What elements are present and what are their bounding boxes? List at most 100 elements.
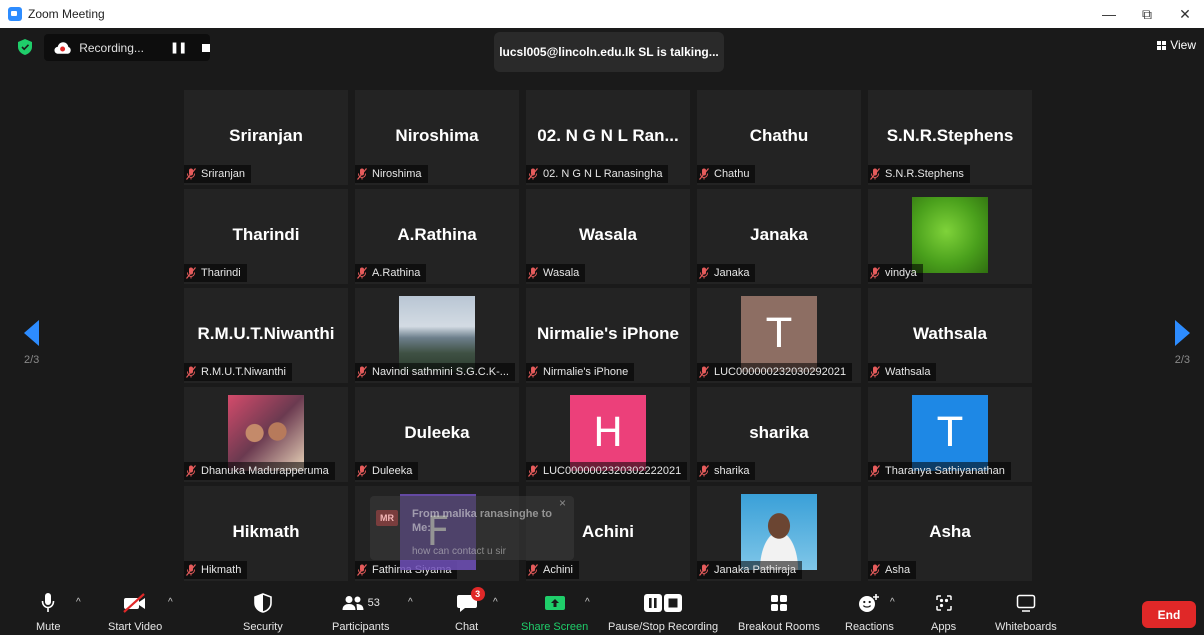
participant-tile[interactable]: Wasala Wasala [526, 189, 690, 284]
recording-indicator: Recording... ❚❚ [44, 34, 210, 61]
mic-muted-icon [186, 366, 196, 378]
participant-tile[interactable]: H LUC0000002320302222021 [526, 387, 690, 482]
close-button[interactable]: ✕ [1166, 0, 1204, 28]
mic-muted-icon [870, 465, 880, 477]
apps-icon [935, 595, 952, 611]
participant-tile[interactable]: Sriranjan Sriranjan [184, 90, 348, 185]
recording-status-text: Recording... [79, 40, 144, 55]
participant-display-name: sharika [749, 423, 809, 442]
participant-tile[interactable]: T Tharanya Sathiyanathan [868, 387, 1032, 482]
participant-tile[interactable]: vindya [868, 189, 1032, 284]
mic-muted-icon [870, 564, 880, 576]
chat-options-caret[interactable]: ^ [493, 597, 498, 608]
avatar-initial: T [741, 296, 817, 372]
participant-tile[interactable]: Chathu Chathu [697, 90, 861, 185]
avatar-initial: H [570, 395, 646, 471]
participant-tile[interactable]: Wathsala Wathsala [868, 288, 1032, 383]
mic-muted-icon [528, 564, 538, 576]
participants-button[interactable]: 53 Participants [332, 589, 389, 633]
participant-tile[interactable]: Navindi sathmini S.G.C.K-... [355, 288, 519, 383]
participant-name-label: Janaka Pathiraja [697, 561, 802, 579]
mic-muted-icon [528, 168, 538, 180]
participant-tile[interactable]: Duleeka Duleeka [355, 387, 519, 482]
participant-name-label: Dhanuka Madurapperuma [184, 462, 335, 480]
window-titlebar: Zoom Meeting — ⧉ ✕ [0, 0, 1204, 28]
share-screen-button[interactable]: Share Screen [521, 589, 588, 633]
zoom-app-icon [8, 7, 22, 21]
participant-tile[interactable]: R.M.U.T.Niwanthi R.M.U.T.Niwanthi [184, 288, 348, 383]
participant-tile[interactable]: Dhanuka Madurapperuma [184, 387, 348, 482]
next-page-button[interactable]: 2/3 [1175, 320, 1190, 366]
share-screen-icon [544, 596, 565, 610]
participant-tile[interactable]: 02. N G N L Ran... 02. N G N L Ranasingh… [526, 90, 690, 185]
chat-button[interactable]: 3 Chat [455, 587, 485, 633]
participant-tile[interactable]: Tharindi Tharindi [184, 189, 348, 284]
meeting-controls-toolbar: Mute ^ Start Video ^ Security 53 Partici… [0, 585, 1204, 635]
profile-photo [399, 296, 475, 372]
whiteboards-button[interactable]: Whiteboards [995, 589, 1057, 633]
participant-tile[interactable]: Janaka Janaka [697, 189, 861, 284]
participant-display-name: Wasala [579, 225, 637, 244]
participant-tile[interactable]: Nirmalie's iPhone Nirmalie's iPhone [526, 288, 690, 383]
minimize-button[interactable]: — [1090, 0, 1128, 28]
participant-name-label: R.M.U.T.Niwanthi [184, 363, 292, 381]
mic-muted-icon [699, 267, 709, 279]
participant-tile[interactable]: Janaka Pathiraja [697, 486, 861, 581]
participant-display-name: R.M.U.T.Niwanthi [197, 324, 335, 343]
sender-initials-avatar: MR [376, 510, 398, 526]
participant-name-label: A.Rathina [355, 264, 427, 282]
share-options-caret[interactable]: ^ [585, 597, 590, 608]
page-indicator-right: 2/3 [1174, 354, 1190, 366]
participants-options-caret[interactable]: ^ [408, 597, 413, 608]
participant-tile[interactable]: sharika sharika [697, 387, 861, 482]
participant-tile[interactable]: Hikmath Hikmath [184, 486, 348, 581]
start-video-button[interactable]: Start Video [108, 589, 162, 633]
participant-tile[interactable]: A.Rathina A.Rathina [355, 189, 519, 284]
participant-tile[interactable]: Asha Asha [868, 486, 1032, 581]
security-button[interactable]: Security [243, 589, 283, 633]
meeting-topbar: Recording... ❚❚ lucsl005@lincoln.edu.lk … [0, 28, 1204, 78]
participant-tile[interactable]: Niroshima Niroshima [355, 90, 519, 185]
video-off-icon [123, 593, 146, 613]
mic-muted-icon [528, 267, 538, 279]
participant-name-label: LUC0000002320302222021 [526, 462, 688, 480]
reactions-button[interactable]: Reactions [845, 589, 894, 633]
participant-name-label: Hikmath [184, 561, 248, 579]
grid-view-icon [1157, 40, 1167, 50]
pause-stop-recording-button[interactable]: Pause/Stop Recording [608, 589, 718, 633]
encryption-shield-icon[interactable] [18, 39, 32, 55]
participant-name-label: Nirmalie's iPhone [526, 363, 635, 381]
mute-button[interactable]: Mute [36, 589, 60, 633]
participants-count: 53 [367, 597, 380, 609]
chat-notification-popup[interactable]: MR From malika ranasinghe to Me: how can… [370, 496, 574, 560]
mic-muted-icon [528, 366, 538, 378]
audio-options-caret[interactable]: ^ [76, 597, 81, 608]
page-indicator-left: 2/3 [24, 354, 40, 366]
view-button[interactable]: View [1157, 38, 1196, 52]
pause-recording-icon[interactable]: ❚❚ [170, 41, 187, 54]
restore-button[interactable]: ⧉ [1128, 0, 1166, 28]
participant-name-label: Niroshima [355, 165, 428, 183]
participant-display-name: Hikmath [232, 522, 300, 541]
breakout-rooms-button[interactable]: Breakout Rooms [738, 589, 820, 633]
participant-name-label: Achini [526, 561, 579, 579]
participant-tile[interactable]: T LUC000000232030292021 [697, 288, 861, 383]
mic-muted-icon [357, 465, 367, 477]
profile-photo [912, 197, 988, 273]
mic-muted-icon [357, 168, 367, 180]
stop-recording-icon[interactable] [202, 43, 210, 52]
participant-tile[interactable]: S.N.R.Stephens S.N.R.Stephens [868, 90, 1032, 185]
end-meeting-button[interactable]: End [1142, 601, 1196, 628]
participant-name-label: S.N.R.Stephens [868, 165, 970, 183]
participant-name-label: LUC000000232030292021 [697, 363, 853, 381]
apps-button[interactable]: Apps [931, 589, 956, 633]
close-notification-icon[interactable]: × [559, 496, 566, 510]
participant-display-name: Sriranjan [229, 126, 303, 145]
chat-notification-sender: From malika ranasinghe to Me: [412, 508, 552, 534]
reactions-options-caret[interactable]: ^ [890, 597, 895, 608]
mic-muted-icon [699, 564, 709, 576]
mic-muted-icon [357, 564, 367, 576]
participant-name-label: 02. N G N L Ranasingha [526, 165, 669, 183]
previous-page-button[interactable]: 2/3 [24, 320, 39, 366]
video-options-caret[interactable]: ^ [168, 597, 173, 608]
